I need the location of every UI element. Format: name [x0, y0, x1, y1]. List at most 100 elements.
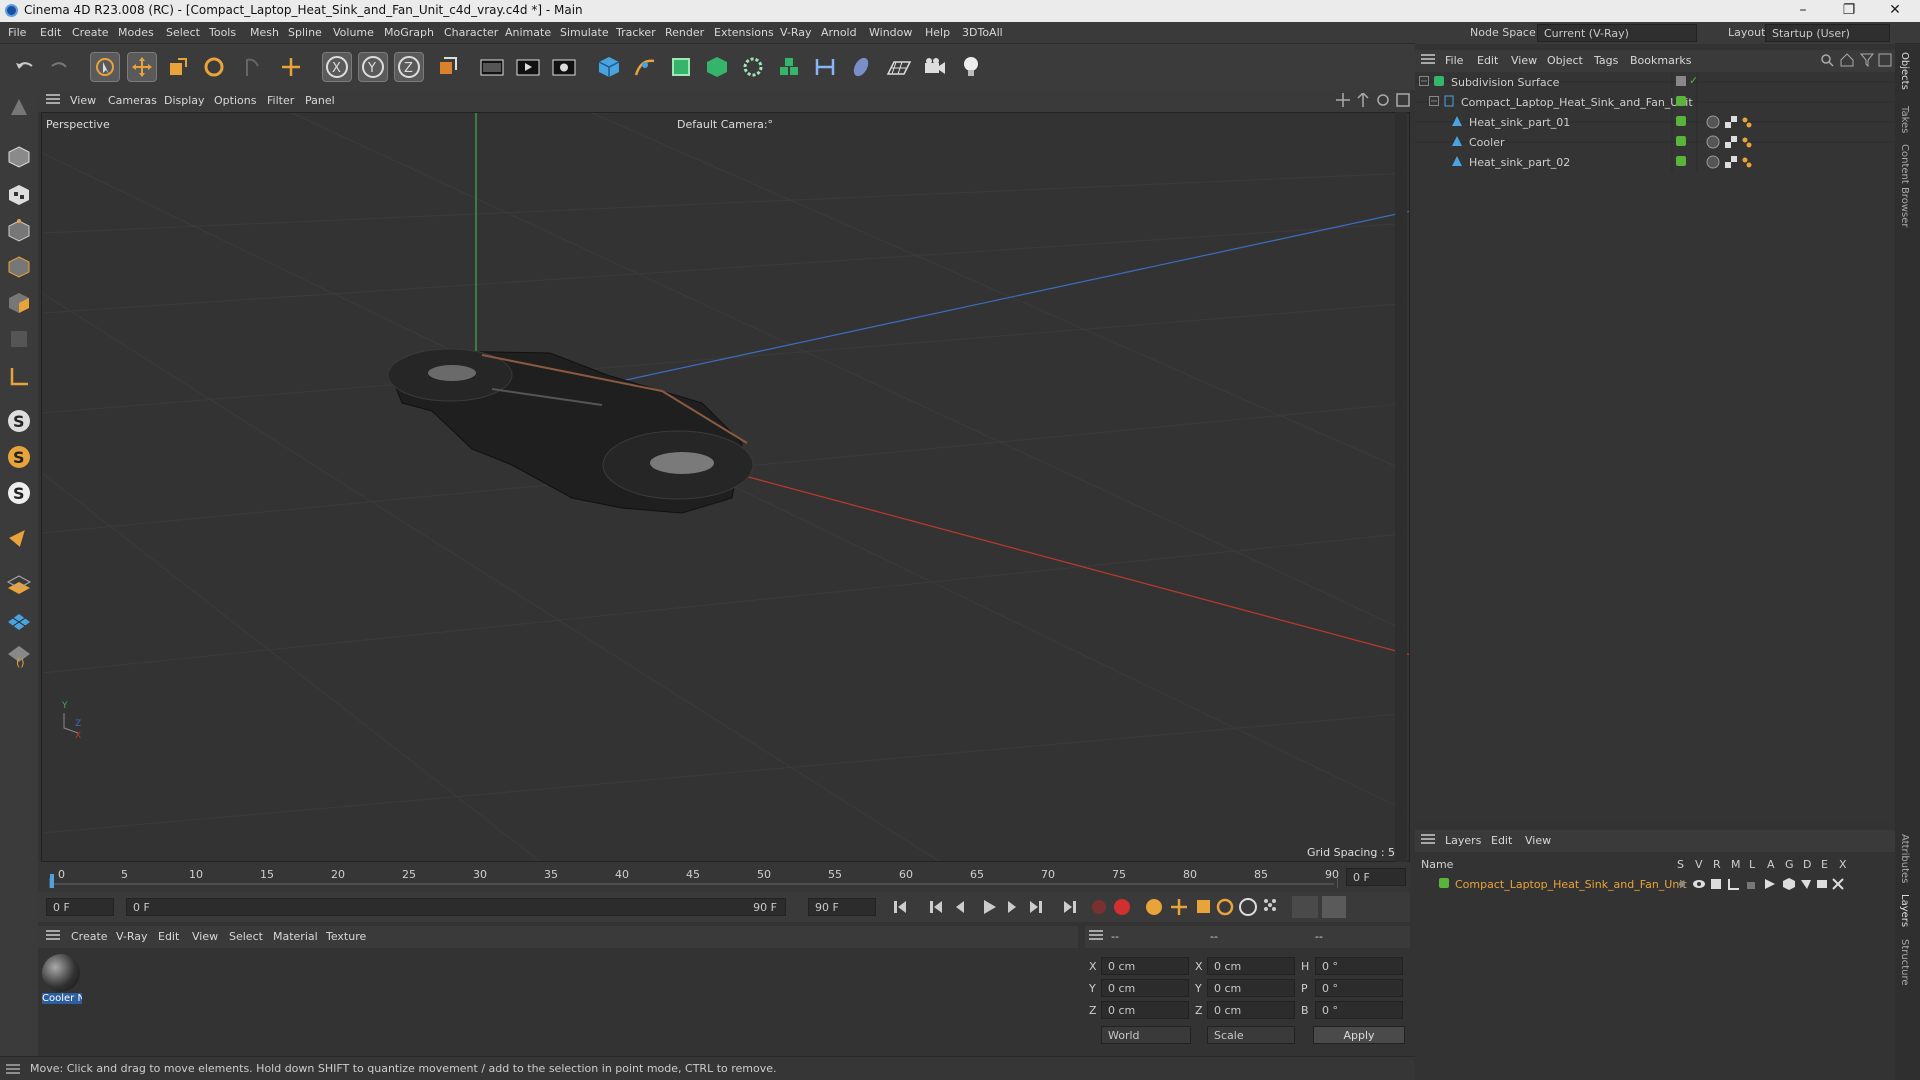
end-frame-field[interactable]: 90 F: [808, 898, 876, 916]
obj-menu-object[interactable]: Object: [1547, 54, 1583, 67]
layer-menu-edit[interactable]: Edit: [1491, 834, 1512, 847]
render-view-icon[interactable]: [513, 52, 543, 82]
move-tool-icon[interactable]: [127, 52, 157, 82]
viewport-zoom-icon[interactable]: [1356, 91, 1370, 110]
perspective-viewport[interactable]: Y Z X Perspective Default Camera:° Grid …: [41, 112, 1410, 862]
layer-color-icon[interactable]: [1676, 156, 1686, 169]
home-icon[interactable]: [1840, 53, 1854, 70]
subdivision-surface-icon[interactable]: [666, 52, 696, 82]
layer-row[interactable]: Compact_Laptop_Heat_Sink_and_Fan_Unit: [1415, 874, 1895, 894]
vp-menu-options[interactable]: Options: [214, 94, 256, 107]
menu-character[interactable]: Character: [444, 26, 498, 39]
obj-menu-view[interactable]: View: [1511, 54, 1537, 67]
menu-arnold[interactable]: Arnold: [821, 26, 857, 39]
grid-snap-icon[interactable]: [4, 568, 34, 598]
camera-object-icon[interactable]: [920, 52, 950, 82]
status-menu-icon[interactable]: [6, 1063, 20, 1078]
apply-button[interactable]: Apply: [1313, 1026, 1405, 1044]
y-axis-lock-icon[interactable]: Y: [358, 52, 388, 82]
menu-simulate[interactable]: Simulate: [560, 26, 609, 39]
layer-color-icon[interactable]: [1439, 878, 1449, 891]
collapse-icon[interactable]: [1419, 76, 1429, 89]
object-menu-icon[interactable]: [1421, 53, 1435, 68]
points-mode-icon[interactable]: [4, 216, 34, 246]
layer-color-icon[interactable]: [1676, 136, 1686, 149]
menu-animate[interactable]: Animate: [505, 26, 551, 39]
mat-menu-select[interactable]: Select: [229, 930, 263, 943]
minimize-button[interactable]: –: [1780, 0, 1826, 22]
snap-3d-icon[interactable]: S: [4, 478, 34, 508]
preview-range-slider[interactable]: 0 F 90 F: [126, 898, 786, 916]
layer-menu-layers[interactable]: Layers: [1445, 834, 1481, 847]
start-frame-field[interactable]: 0 F: [46, 898, 114, 916]
collapse-icon[interactable]: [1429, 96, 1439, 109]
node-space-select[interactable]: Current (V-Ray): [1537, 24, 1697, 42]
close-button[interactable]: ✕: [1872, 0, 1918, 22]
object-row[interactable]: Cooler: [1415, 132, 1895, 152]
field-icon[interactable]: [846, 52, 876, 82]
coordinate-system-icon[interactable]: [432, 52, 462, 82]
material-tag-icon[interactable]: [1705, 114, 1753, 133]
spline-pen-icon[interactable]: [630, 52, 660, 82]
tab-objects[interactable]: Objects: [1899, 52, 1910, 90]
menu-vray[interactable]: V-Ray: [780, 26, 812, 39]
menu-3dtoall[interactable]: 3DToAll: [962, 26, 1003, 39]
snap-icon[interactable]: S: [4, 406, 34, 436]
viewport-camera-label[interactable]: Default Camera:°: [677, 118, 773, 131]
cube-primitive-icon[interactable]: [594, 52, 624, 82]
object-row[interactable]: Heat_sink_part_01: [1415, 112, 1895, 132]
editor-toggle-icon[interactable]: [1676, 76, 1686, 89]
soft-selection-icon[interactable]: [4, 522, 34, 552]
workplane-icon[interactable]: [4, 362, 34, 392]
material-tag-icon[interactable]: [1705, 154, 1753, 173]
menu-select[interactable]: Select: [166, 26, 200, 39]
mat-menu-texture[interactable]: Texture: [326, 930, 366, 943]
snap-settings-icon[interactable]: S: [4, 442, 34, 472]
layer-menu-view[interactable]: View: [1525, 834, 1551, 847]
vp-menu-display[interactable]: Display: [164, 94, 205, 107]
mat-menu-view[interactable]: View: [192, 930, 218, 943]
rotation-h-field[interactable]: 0 °: [1315, 957, 1403, 975]
material-tag-icon[interactable]: [1705, 134, 1753, 153]
viewport-menu-icon[interactable]: [46, 93, 60, 108]
floor-object-icon[interactable]: [884, 52, 914, 82]
object-row[interactable]: Compact_Laptop_Heat_Sink_and_Fan_Unit: [1415, 92, 1895, 112]
size-z-field[interactable]: 0 cm: [1207, 1001, 1295, 1019]
live-selection-icon[interactable]: [237, 52, 267, 82]
quantize-icon[interactable]: (): [4, 640, 34, 670]
viewport-rotate-icon[interactable]: [1376, 93, 1390, 110]
extrude-icon[interactable]: [702, 52, 732, 82]
object-row[interactable]: Subdivision Surface ✓: [1415, 72, 1895, 92]
coord-mode-select[interactable]: World: [1101, 1026, 1191, 1044]
layer-color-icon[interactable]: [1676, 116, 1686, 129]
new-window-icon[interactable]: [1878, 53, 1892, 70]
vp-menu-panel[interactable]: Panel: [305, 94, 335, 107]
mat-menu-vray[interactable]: V-Ray: [116, 930, 148, 943]
rotation-p-field[interactable]: 0 °: [1315, 979, 1403, 997]
object-row[interactable]: Heat_sink_part_02: [1415, 152, 1895, 172]
undo-icon[interactable]: [10, 52, 40, 82]
vp-menu-cameras[interactable]: Cameras: [108, 94, 157, 107]
search-icon[interactable]: [1820, 53, 1834, 70]
coord-menu-icon[interactable]: [1089, 929, 1103, 944]
transform-tool-icon[interactable]: [276, 52, 306, 82]
polygons-mode-icon[interactable]: [4, 288, 34, 318]
make-editable-icon[interactable]: [4, 92, 34, 122]
texture-mode-icon[interactable]: [4, 180, 34, 210]
menu-render[interactable]: Render: [665, 26, 704, 39]
z-axis-lock-icon[interactable]: Z: [394, 52, 424, 82]
menu-volume[interactable]: Volume: [333, 26, 374, 39]
menu-help[interactable]: Help: [925, 26, 950, 39]
material-menu-icon[interactable]: [46, 929, 60, 944]
position-z-field[interactable]: 0 cm: [1101, 1001, 1189, 1019]
select-tool-icon[interactable]: [90, 52, 120, 82]
menu-extensions[interactable]: Extensions: [714, 26, 774, 39]
position-x-field[interactable]: 0 cm: [1101, 957, 1189, 975]
cloner-icon[interactable]: [738, 52, 768, 82]
menu-modes[interactable]: Modes: [118, 26, 154, 39]
menu-file[interactable]: File: [8, 26, 26, 39]
vp-menu-filter[interactable]: Filter: [267, 94, 294, 107]
menu-window[interactable]: Window: [869, 26, 912, 39]
obj-menu-edit[interactable]: Edit: [1477, 54, 1498, 67]
tab-layers[interactable]: Layers: [1899, 894, 1910, 927]
